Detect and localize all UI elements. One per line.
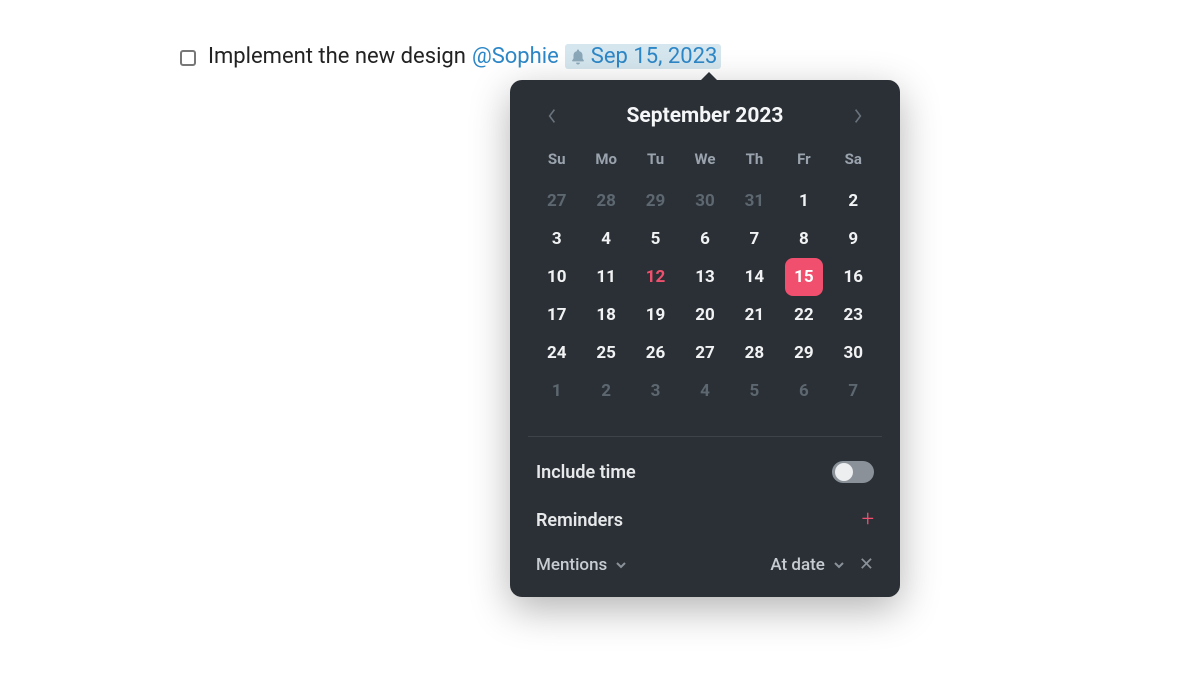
calendar-day[interactable]: 4 [680,372,729,410]
chevron-down-icon [615,559,627,571]
month-title: September 2023 [627,104,784,128]
prev-month-button[interactable] [538,102,566,130]
calendar-day[interactable]: 31 [730,182,779,220]
calendar-grid: SuMoTuWeThFrSa27282930311234567891011121… [532,150,878,410]
calendar-header: September 2023 [532,102,878,130]
calendar-day[interactable]: 15 [785,258,823,296]
calendar-day[interactable]: 27 [680,334,729,372]
calendar-day[interactable]: 2 [581,372,630,410]
task-date-label: Sep 15, 2023 [591,44,718,69]
calendar-day[interactable]: 12 [631,258,680,296]
task-mention[interactable]: @Sophie [472,44,559,69]
calendar-day[interactable]: 27 [532,182,581,220]
reminders-row: Reminders + [532,505,878,535]
calendar-day[interactable]: 5 [631,220,680,258]
divider [528,436,882,437]
calendar-day[interactable]: 1 [779,182,828,220]
remove-reminder-button[interactable]: ✕ [859,556,874,574]
day-of-week-header: Su [532,150,581,182]
reminder-when-dropdown[interactable]: At date [770,555,845,575]
calendar-day[interactable]: 17 [532,296,581,334]
calendar-day[interactable]: 8 [779,220,828,258]
calendar-day[interactable]: 21 [730,296,779,334]
reminder-type-value: Mentions [536,555,607,575]
next-month-button[interactable] [844,102,872,130]
calendar-day[interactable]: 7 [829,372,878,410]
add-reminder-button[interactable]: + [862,509,874,531]
calendar-day[interactable]: 18 [581,296,630,334]
calendar-day[interactable]: 25 [581,334,630,372]
calendar-day[interactable]: 10 [532,258,581,296]
calendar-day[interactable]: 29 [779,334,828,372]
calendar-day[interactable]: 2 [829,182,878,220]
calendar-day[interactable]: 28 [581,182,630,220]
calendar-day[interactable]: 30 [680,182,729,220]
bell-icon [569,48,587,66]
reminders-label: Reminders [536,510,623,531]
task-checkbox[interactable] [180,50,196,66]
task-line: Implement the new design @Sophie Sep 15,… [180,44,721,69]
chevron-left-icon [547,108,557,124]
calendar-day[interactable]: 3 [631,372,680,410]
day-of-week-header: Fr [779,150,828,182]
calendar-day[interactable]: 20 [680,296,729,334]
calendar-day[interactable]: 29 [631,182,680,220]
chevron-right-icon [853,108,863,124]
task-text: Implement the new design [208,44,466,69]
task-date-pill[interactable]: Sep 15, 2023 [565,44,722,69]
calendar-day[interactable]: 1 [532,372,581,410]
day-of-week-header: Th [730,150,779,182]
include-time-row: Include time [532,457,878,487]
calendar-day[interactable]: 5 [730,372,779,410]
reminder-type-dropdown[interactable]: Mentions [536,555,627,575]
calendar-day[interactable]: 13 [680,258,729,296]
day-of-week-header: Tu [631,150,680,182]
calendar-day[interactable]: 11 [581,258,630,296]
calendar-day[interactable]: 26 [631,334,680,372]
calendar-day[interactable]: 30 [829,334,878,372]
include-time-toggle[interactable] [832,461,874,483]
day-of-week-header: Mo [581,150,630,182]
reminder-item: Mentions At date ✕ [532,553,878,577]
calendar-day[interactable]: 6 [680,220,729,258]
toggle-knob [835,463,853,481]
calendar-day[interactable]: 16 [829,258,878,296]
calendar-day[interactable]: 14 [730,258,779,296]
calendar-day[interactable]: 19 [631,296,680,334]
day-of-week-header: We [680,150,729,182]
day-of-week-header: Sa [829,150,878,182]
calendar-day[interactable]: 7 [730,220,779,258]
calendar-day[interactable]: 23 [829,296,878,334]
calendar-day[interactable]: 3 [532,220,581,258]
chevron-down-icon [833,559,845,571]
calendar-day[interactable]: 28 [730,334,779,372]
calendar-day[interactable]: 22 [779,296,828,334]
date-picker-popover: September 2023 SuMoTuWeThFrSa27282930311… [510,80,900,597]
include-time-label: Include time [536,462,636,483]
reminder-when-value: At date [770,555,825,575]
calendar-day[interactable]: 24 [532,334,581,372]
calendar-day[interactable]: 4 [581,220,630,258]
calendar-day[interactable]: 9 [829,220,878,258]
calendar-day[interactable]: 6 [779,372,828,410]
